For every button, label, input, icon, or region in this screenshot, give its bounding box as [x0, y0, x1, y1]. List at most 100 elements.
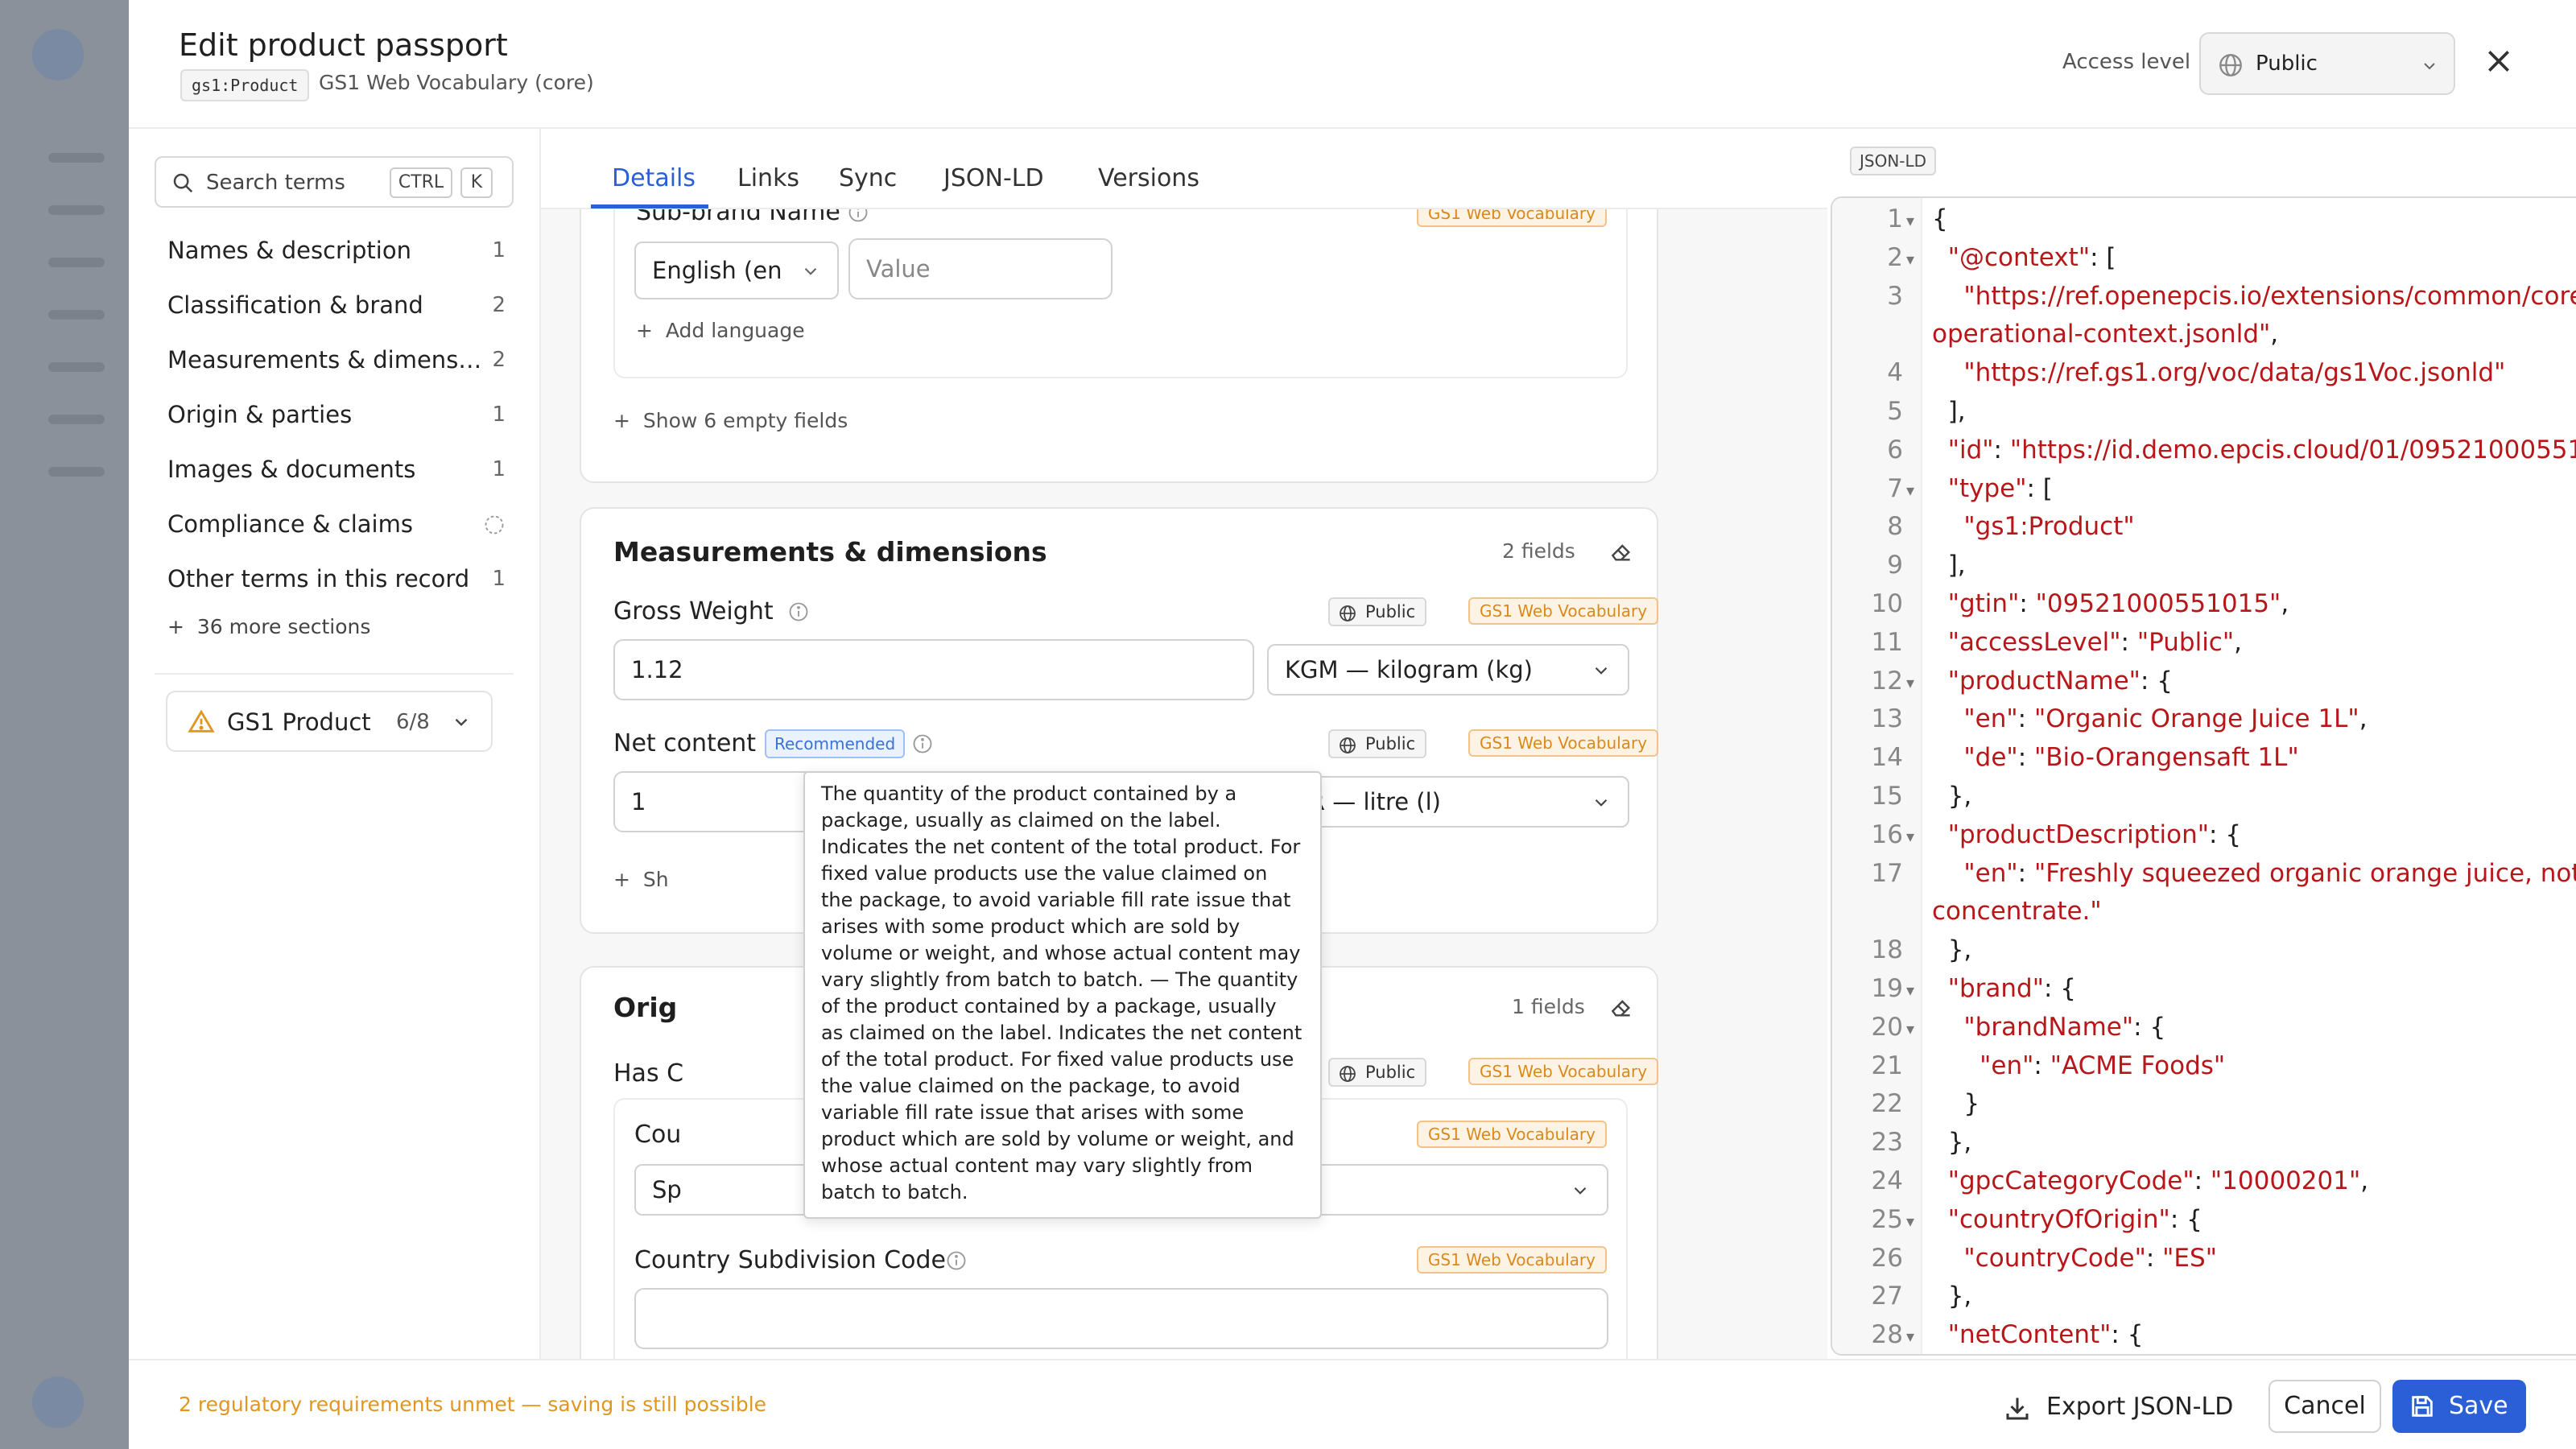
- fold-arrow-icon[interactable]: ▾: [1906, 1327, 1914, 1346]
- code-line: "productDescription": {: [1947, 819, 2242, 849]
- search-icon: [173, 173, 193, 193]
- info-icon[interactable]: [787, 601, 810, 623]
- line-number: 4: [1887, 358, 1903, 388]
- fold-arrow-icon[interactable]: ▾: [1906, 673, 1914, 692]
- field-count: 1 fields: [1512, 995, 1585, 1018]
- add-language-button[interactable]: + Add language: [636, 319, 805, 342]
- subdivision-label: Country Subdivision Code: [634, 1246, 946, 1274]
- line-number: 3: [1887, 281, 1903, 311]
- active-tab-indicator: [591, 204, 708, 208]
- gross-weight-label: Gross Weight: [613, 597, 774, 625]
- tab-versions[interactable]: Versions: [1098, 164, 1199, 192]
- tab-links[interactable]: Links: [737, 164, 799, 192]
- divider: [155, 673, 514, 675]
- profile-selector[interactable]: GS1 Product 6/8: [166, 691, 493, 752]
- tab-details[interactable]: Details: [612, 164, 696, 192]
- eraser-icon[interactable]: [1608, 995, 1634, 1021]
- gs1-vocabulary-badge: GS1 Web Vocabulary: [1468, 729, 1659, 757]
- sidebar-item-origin[interactable]: Origin & parties 1: [167, 394, 506, 435]
- type-tag: gs1:Product: [180, 69, 310, 101]
- warning-icon: [188, 709, 215, 733]
- search-input[interactable]: Search terms CTRL K: [155, 156, 514, 208]
- line-number: 11: [1871, 627, 1903, 657]
- line-number: 22: [1871, 1089, 1903, 1119]
- fold-arrow-icon[interactable]: ▾: [1906, 1019, 1914, 1038]
- modal-title: Edit product passport: [179, 27, 508, 63]
- cancel-button[interactable]: Cancel: [2268, 1380, 2381, 1433]
- sidebar-item-compliance[interactable]: Compliance & claims: [167, 504, 506, 544]
- line-number: 12: [1871, 666, 1903, 696]
- save-button[interactable]: Save: [2392, 1380, 2526, 1433]
- plus-icon: +: [636, 319, 653, 342]
- code-line: "accessLevel": "Public",: [1947, 627, 2242, 657]
- sidebar-item-images[interactable]: Images & documents 1: [167, 449, 506, 489]
- line-number: 7: [1887, 473, 1903, 503]
- plus-icon: +: [167, 615, 184, 638]
- fold-arrow-icon[interactable]: ▾: [1906, 211, 1914, 230]
- access-level-select[interactable]: Public: [2199, 32, 2455, 95]
- sidebar-item-measurements[interactable]: Measurements & dimens… 2: [167, 340, 506, 380]
- gross-weight-input[interactable]: 1.12: [613, 639, 1254, 700]
- line-number: 27: [1871, 1282, 1903, 1311]
- background-avatar: [32, 1377, 84, 1428]
- shortcut-k-key: K: [460, 167, 493, 198]
- regulatory-warning: 2 regulatory requirements unmet — saving…: [179, 1393, 767, 1416]
- close-icon[interactable]: [2483, 45, 2515, 77]
- tab-json-ld[interactable]: JSON-LD: [943, 164, 1044, 192]
- origin-title: Orig: [613, 992, 678, 1023]
- sidebar-item-other-terms[interactable]: Other terms in this record 1: [167, 559, 506, 599]
- sidebar-item-classification[interactable]: Classification & brand 2: [167, 285, 506, 325]
- info-icon[interactable]: [911, 733, 934, 755]
- gross-weight-unit-select[interactable]: KGM — kilogram (kg): [1267, 644, 1629, 696]
- sidebar-item-names[interactable]: Names & description 1: [167, 230, 506, 270]
- code-line: "https://ref.gs1.org/voc/data/gs1Voc.jso…: [1963, 358, 2506, 388]
- eraser-icon[interactable]: [1608, 539, 1634, 565]
- sub-brand-value-input[interactable]: Value: [848, 238, 1113, 299]
- line-number: 23: [1871, 1128, 1903, 1158]
- edit-passport-modal: Edit product passport gs1:Product GS1 We…: [129, 0, 2576, 1449]
- line-number: 9: [1887, 551, 1903, 580]
- fold-arrow-icon[interactable]: ▾: [1906, 481, 1914, 500]
- line-number: 13: [1871, 704, 1903, 734]
- line-number: 15: [1871, 782, 1903, 811]
- vocabulary-label: GS1 Web Vocabulary (core): [319, 71, 594, 94]
- code-line: "de": "Bio-Orangensaft 1L": [1963, 743, 2299, 773]
- chevron-down-icon: [2424, 63, 2435, 70]
- public-badge: Public: [1328, 729, 1427, 758]
- code-line: },: [1932, 935, 1972, 965]
- public-badge: Public: [1328, 597, 1427, 626]
- line-number: 19: [1871, 974, 1903, 1003]
- line-number: 8: [1887, 512, 1903, 542]
- fold-arrow-icon[interactable]: ▾: [1906, 250, 1914, 269]
- background-logo: [32, 29, 84, 80]
- subdivision-input[interactable]: [634, 1288, 1608, 1349]
- code-line: "gtin": "09521000551015",: [1947, 589, 2289, 618]
- net-content-tooltip: The quantity of the product contained by…: [803, 771, 1322, 1219]
- line-number: 20: [1871, 1012, 1903, 1042]
- tab-sync[interactable]: Sync: [839, 164, 897, 192]
- code-line: },: [1932, 1282, 1972, 1311]
- json-preview-panel: JSON-LD 1 ▾{2 ▾ "@context": [3 "https://re…: [1827, 129, 2576, 1360]
- fold-arrow-icon[interactable]: ▾: [1906, 827, 1914, 846]
- show-empty-fields-button[interactable]: + Sh: [613, 868, 669, 891]
- more-sections-link[interactable]: + 36 more sections: [167, 615, 370, 638]
- search-placeholder: Search terms: [206, 171, 345, 195]
- section-sidebar: Search terms CTRL K Names & description 1…: [129, 129, 541, 1360]
- info-icon[interactable]: [945, 1249, 968, 1272]
- line-number: 10: [1871, 589, 1903, 618]
- code-line: "@context": [: [1947, 242, 2116, 272]
- fold-arrow-icon[interactable]: ▾: [1906, 1212, 1914, 1231]
- modal-header: Edit product passport gs1:Product GS1 We…: [129, 0, 2576, 129]
- plus-icon: +: [613, 868, 630, 891]
- show-empty-fields-button[interactable]: + Show 6 empty fields: [613, 409, 848, 432]
- code-line: },: [1932, 1128, 1972, 1158]
- json-code-editor[interactable]: 1 ▾{2 ▾ "@context": [3 "https://ref.openep…: [1831, 196, 2576, 1356]
- code-line: "netContent": {: [1947, 1320, 2144, 1350]
- code-line: "brandName": {: [1963, 1012, 2166, 1042]
- fold-arrow-icon[interactable]: ▾: [1906, 980, 1914, 1000]
- globe-icon: [1340, 737, 1356, 753]
- code-line: "gpcCategoryCode": "10000201",: [1947, 1166, 2369, 1195]
- code-line: "brand": {: [1947, 974, 2077, 1003]
- code-line: "gs1:Product": [1963, 512, 2135, 542]
- language-select[interactable]: English (en: [634, 242, 839, 299]
